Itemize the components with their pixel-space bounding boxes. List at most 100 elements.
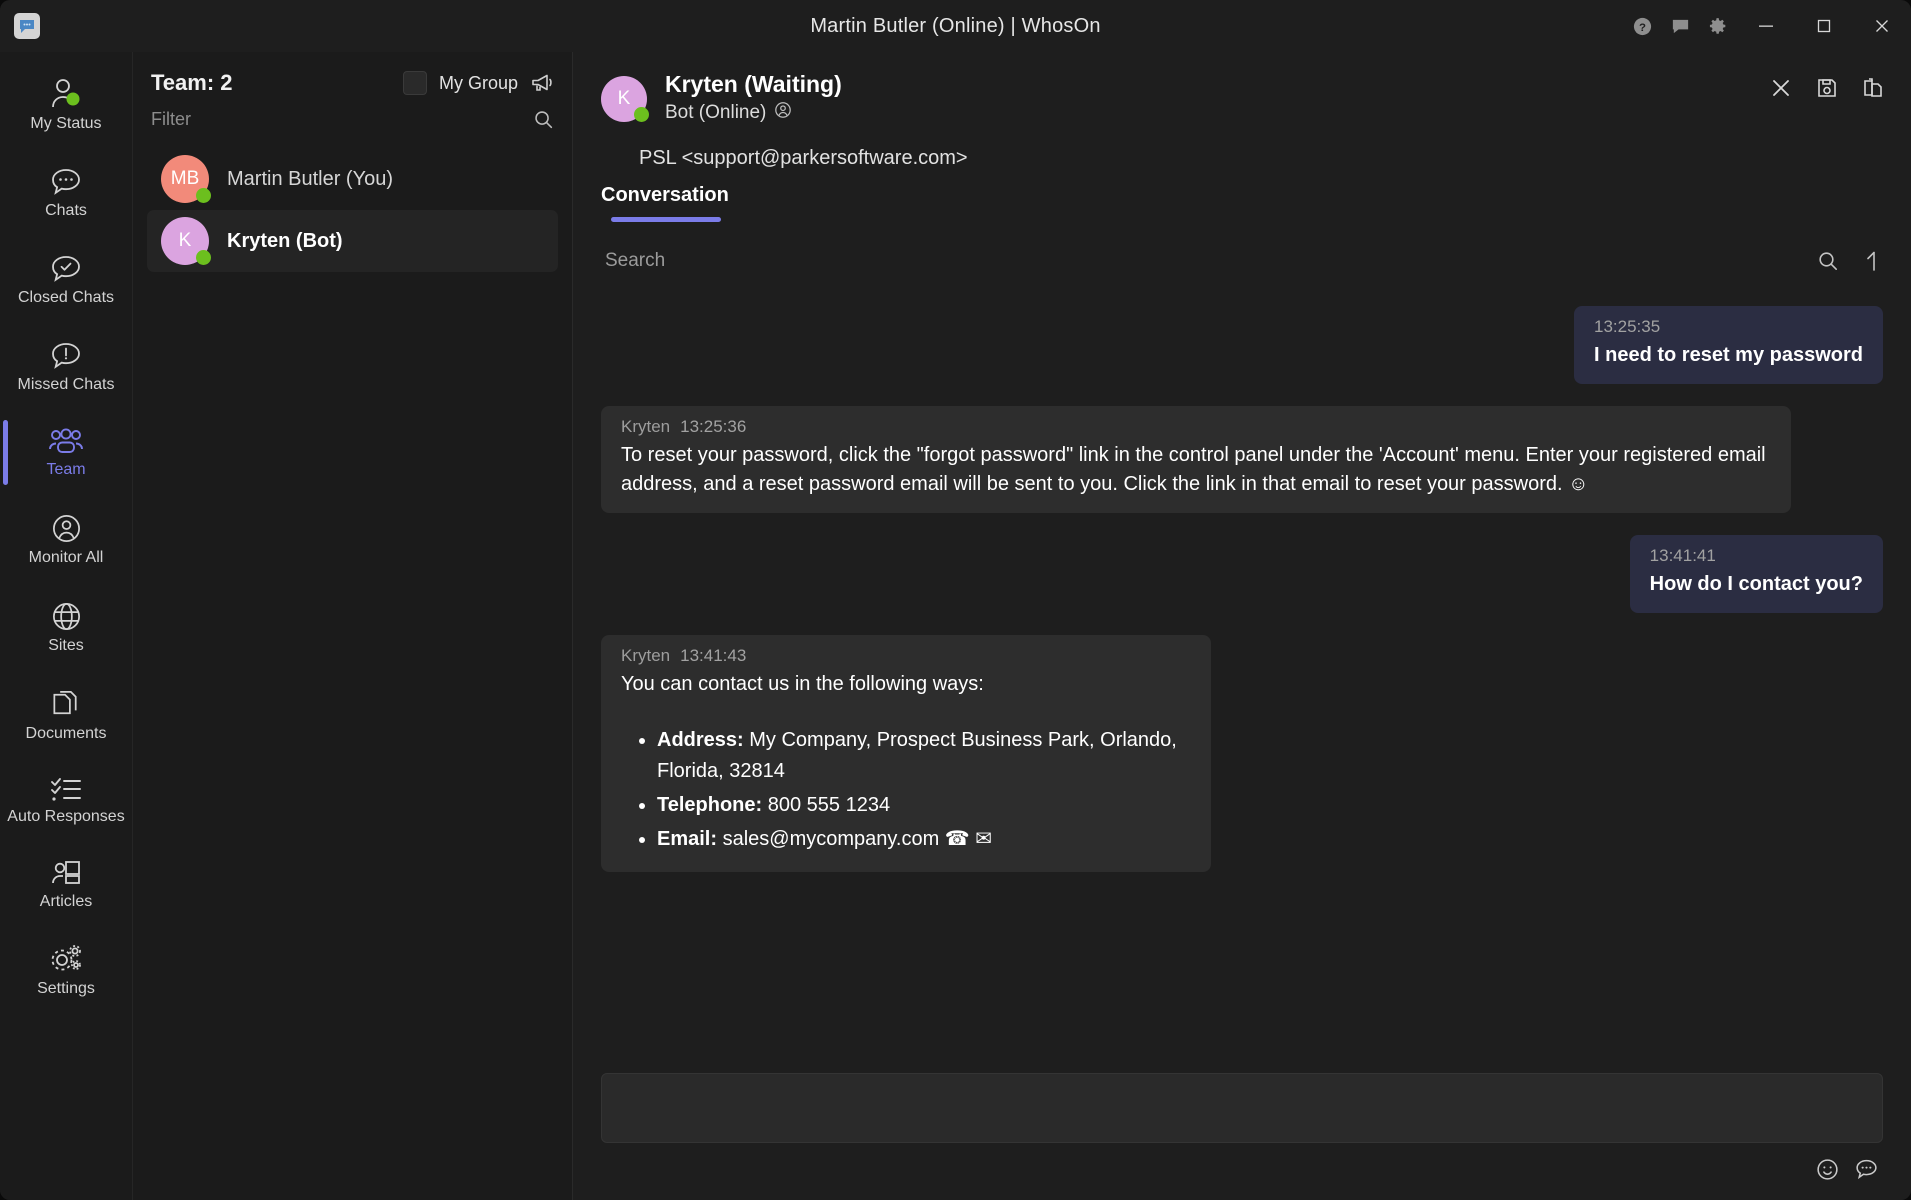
sidebar-item-missed-chats[interactable]: Missed Chats	[0, 331, 133, 402]
sidebar-item-label: Team	[46, 461, 86, 478]
feedback-icon[interactable]	[1661, 7, 1699, 45]
filter-row	[147, 96, 558, 136]
close-x-icon[interactable]	[1769, 76, 1793, 100]
message-row: Kryten 13:25:36 To reset your password, …	[601, 405, 1883, 513]
message-sender: Kryten	[621, 416, 671, 436]
presence-dot-online	[634, 107, 649, 122]
sidebar-item-label: Missed Chats	[17, 376, 115, 393]
message-bubble-incoming: Kryten 13:41:43 You can contact us in th…	[601, 634, 1211, 872]
tab-conversation[interactable]: Conversation	[601, 184, 729, 215]
avatar: K	[161, 217, 211, 265]
close-button[interactable]	[1853, 0, 1911, 52]
title-bar: Martin Butler (Online) | WhosOn ?	[0, 0, 1911, 52]
contact-methods-list: Address: My Company, Prospect Business P…	[657, 725, 1191, 855]
chat-dots-icon[interactable]	[1854, 1157, 1879, 1182]
message-row: 13:41:41 How do I contact you?	[601, 534, 1883, 613]
search-icon[interactable]	[1817, 250, 1839, 272]
sidebar-item-articles[interactable]: Articles	[0, 850, 133, 919]
save-floppy-icon[interactable]	[1815, 76, 1839, 100]
avatar-initials: K	[178, 230, 192, 251]
my-group-checkbox[interactable]	[402, 71, 427, 95]
presence-dot-online	[196, 188, 211, 203]
sidebar-item-label: Articles	[39, 893, 93, 910]
sidebar-item-my-status[interactable]: My Status	[0, 68, 133, 141]
maximize-button[interactable]	[1795, 0, 1853, 52]
team-member-name: Martin Butler (You)	[227, 167, 393, 190]
conversation-search-input[interactable]	[601, 249, 1793, 272]
conversation-status-label: Bot (Online)	[665, 101, 767, 123]
message-time: 13:25:36	[680, 416, 747, 436]
conversation-panel: K Kryten (Waiting) Bot (Online) PSL <sup…	[573, 52, 1911, 1200]
list-item: Telephone: 800 555 1234	[657, 790, 1191, 821]
conversation-title: Kryten (Waiting)	[665, 71, 842, 97]
whoson-app-window: Martin Butler (Online) | WhosOn ? My Sta…	[0, 0, 1911, 1200]
sidebar-item-label: Chats	[45, 202, 87, 219]
contact-label: Email:	[657, 827, 718, 850]
left-navigation-rail: My Status Chats Closed Chats Missed Chat…	[0, 52, 133, 1200]
sidebar-item-closed-chats[interactable]: Closed Chats	[0, 244, 133, 315]
sidebar-item-label: Settings	[37, 980, 95, 997]
team-header-controls: My Group	[402, 71, 554, 95]
message-row: Kryten 13:41:43 You can contact us in th…	[601, 634, 1883, 872]
app-logo-icon	[14, 13, 40, 39]
message-list[interactable]: 13:25:35 I need to reset my password Kry…	[573, 282, 1911, 1073]
message-bubble-outgoing: 13:41:41 How do I contact you?	[1629, 534, 1883, 613]
avatar-initials: K	[617, 88, 631, 109]
minimize-button[interactable]	[1737, 0, 1795, 52]
team-panel: Team: 2 My Group Filter MB Martin Butler…	[133, 52, 573, 1200]
settings-gear-icon[interactable]	[1699, 7, 1737, 45]
message-meta: Kryten 13:25:36	[621, 417, 1771, 437]
arrow-up-icon[interactable]	[1863, 249, 1885, 273]
presence-dot-online	[196, 250, 211, 265]
megaphone-icon[interactable]	[530, 72, 554, 94]
sidebar-item-documents[interactable]: Documents	[0, 679, 133, 751]
composer-tools	[601, 1143, 1883, 1182]
sidebar-item-label: Documents	[25, 725, 107, 742]
copy-clipboard-icon[interactable]	[1861, 76, 1885, 100]
help-icon[interactable]: ?	[1623, 7, 1661, 45]
avatar: MB	[161, 155, 211, 203]
smiley-icon[interactable]	[1815, 1157, 1840, 1182]
team-member-kryten[interactable]: K Kryten (Bot)	[147, 210, 558, 272]
message-input[interactable]	[601, 1073, 1883, 1143]
message-text: You can contact us in the following ways…	[621, 672, 984, 695]
title-bar-actions: ?	[1623, 0, 1911, 52]
conversation-tabs: Conversation	[573, 170, 1911, 222]
team-member-martin-butler[interactable]: MB Martin Butler (You)	[147, 148, 558, 210]
filter-input[interactable]	[151, 108, 533, 130]
message-text: I need to reset my password	[1594, 343, 1863, 366]
sidebar-item-label: Sites	[48, 637, 84, 654]
message-row: 13:25:35 I need to reset my password	[601, 305, 1883, 384]
sidebar-item-chats[interactable]: Chats	[0, 157, 133, 228]
app-body: My Status Chats Closed Chats Missed Chat…	[0, 52, 1911, 1200]
tab-active-underline	[611, 216, 721, 222]
contact-value: sales@mycompany.com ☎ ✉	[722, 827, 993, 850]
sidebar-item-team[interactable]: Team	[0, 418, 133, 487]
sidebar-item-label: My Status	[30, 115, 102, 132]
message-text: To reset your password, click the "forgo…	[621, 443, 1766, 495]
sidebar-item-sites[interactable]: Sites	[0, 591, 133, 663]
sidebar-item-label: Closed Chats	[17, 289, 115, 306]
list-item: Address: My Company, Prospect Business P…	[657, 725, 1191, 787]
team-member-name: Kryten (Bot)	[227, 229, 343, 252]
team-member-list: MB Martin Butler (You) K Kryten (Bot)	[147, 148, 558, 272]
message-bubble-incoming: Kryten 13:25:36 To reset your password, …	[601, 405, 1791, 513]
message-meta: Kryten 13:41:43	[621, 646, 1191, 666]
sidebar-item-monitor-all[interactable]: Monitor All	[0, 503, 133, 575]
message-meta: 13:41:41	[1650, 546, 1863, 566]
conversation-header-actions	[1769, 70, 1885, 100]
contact-value: 800 555 1234	[767, 793, 891, 816]
message-sender: Kryten	[621, 645, 671, 665]
message-meta: 13:25:35	[1594, 317, 1863, 337]
list-item: Email: sales@mycompany.com ☎ ✉	[657, 824, 1191, 855]
sidebar-item-auto-responses[interactable]: Auto Responses	[0, 767, 133, 834]
conversation-email: PSL <support@parkersoftware.com>	[639, 146, 968, 169]
user-circle-icon	[774, 101, 792, 125]
message-text: How do I contact you?	[1649, 572, 1863, 595]
conversation-search-row	[601, 240, 1885, 282]
sidebar-item-settings[interactable]: Settings	[0, 935, 133, 1006]
search-icon[interactable]	[533, 109, 554, 130]
sidebar-item-label: Monitor All	[28, 549, 104, 566]
message-bubble-outgoing: 13:25:35 I need to reset my password	[1574, 305, 1883, 384]
conversation-status: Bot (Online)	[665, 101, 842, 125]
